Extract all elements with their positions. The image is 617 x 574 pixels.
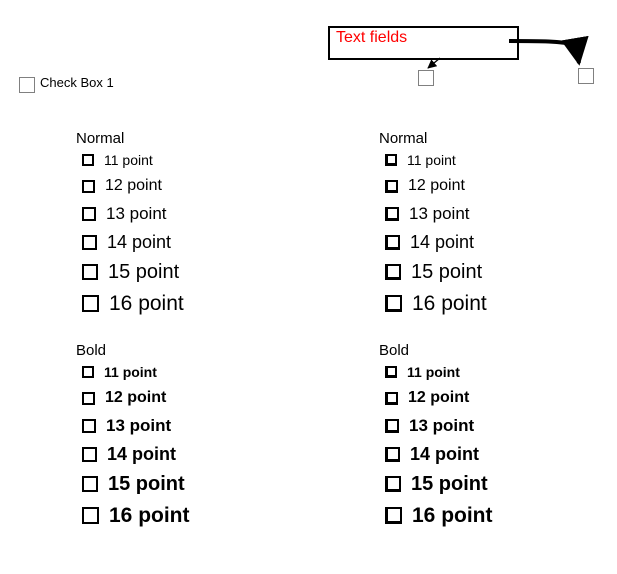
group-title: Bold <box>379 342 573 359</box>
checkbox-label: 16 point <box>412 293 487 314</box>
checkbox-label: 14 point <box>410 445 479 463</box>
group-left-bold: Bold 11 point 12 point 13 point 14 point… <box>70 342 270 526</box>
checkbox-bold-13[interactable] <box>82 419 96 433</box>
checkbox-bold-15[interactable] <box>82 476 98 492</box>
checkbox-shadow-normal-12[interactable] <box>385 180 398 193</box>
checkbox-bold-12[interactable] <box>82 392 95 405</box>
checkbox-label: 15 point <box>411 474 488 494</box>
checkbox-shadow-normal-14[interactable] <box>385 235 400 250</box>
checkbox-normal-13[interactable] <box>82 207 96 221</box>
checkbox-normal-16[interactable] <box>82 295 99 312</box>
checkbox-shadow-normal-15[interactable] <box>385 264 401 280</box>
group-title: Normal <box>379 130 573 147</box>
checkbox-label: 12 point <box>408 178 465 194</box>
checkbox-shadow-bold-11[interactable] <box>385 366 397 378</box>
checkbox-shadow-normal-13[interactable] <box>385 207 399 221</box>
checkbox-normal-14[interactable] <box>82 235 97 250</box>
callout-text-fields: Text fields <box>328 26 519 60</box>
checkbox-label: 12 point <box>105 178 162 194</box>
checkbox-1[interactable] <box>19 77 35 93</box>
checkbox-shadow-bold-12[interactable] <box>385 392 398 405</box>
callout-label: Text fields <box>336 29 407 46</box>
checkbox-normal-11[interactable] <box>82 154 94 166</box>
checkbox-label: 13 point <box>409 417 474 434</box>
checkbox-shadow-normal-11[interactable] <box>385 154 397 166</box>
checkbox-shadow-bold-15[interactable] <box>385 476 401 492</box>
group-right-bold: Bold 11 point 12 point 13 point 14 point… <box>373 342 573 526</box>
checkbox-shadow-bold-13[interactable] <box>385 419 399 433</box>
checkbox-label: 16 point <box>412 505 493 526</box>
checkbox-label: 15 point <box>108 474 185 494</box>
checkbox-bold-11[interactable] <box>82 366 94 378</box>
checkbox-label: 12 point <box>408 390 469 406</box>
checkbox-label: 11 point <box>104 153 153 167</box>
checkbox-label: 11 point <box>407 365 460 379</box>
checkbox-label: 12 point <box>105 390 166 406</box>
checkbox-label: 16 point <box>109 505 190 526</box>
checkbox-shadow-normal-16[interactable] <box>385 295 402 312</box>
checkbox-label: 13 point <box>106 417 171 434</box>
checkbox-label: 14 point <box>107 233 171 251</box>
checkbox-label: 11 point <box>104 365 157 379</box>
checkbox-label: 15 point <box>411 262 482 282</box>
checkbox-label: 15 point <box>108 262 179 282</box>
checkbox-shadow-bold-16[interactable] <box>385 507 402 524</box>
group-right-normal: Normal 11 point 12 point 13 point 14 poi… <box>373 130 573 314</box>
checkbox-label: 13 point <box>106 205 167 222</box>
text-field-checkbox-b[interactable] <box>578 68 594 84</box>
text-field-checkbox-a[interactable] <box>418 70 434 86</box>
checkbox-normal-12[interactable] <box>82 180 95 193</box>
checkbox-label: 11 point <box>407 153 456 167</box>
checkbox-shadow-bold-14[interactable] <box>385 447 400 462</box>
checkbox-label: 13 point <box>409 205 470 222</box>
group-left-normal: Normal 11 point 12 point 13 point 14 poi… <box>70 130 270 314</box>
checkbox-normal-15[interactable] <box>82 264 98 280</box>
checkbox-label: 16 point <box>109 293 184 314</box>
group-title: Bold <box>76 342 270 359</box>
checkbox-label: 14 point <box>107 445 176 463</box>
checkbox-label: 14 point <box>410 233 474 251</box>
checkbox-bold-16[interactable] <box>82 507 99 524</box>
group-title: Normal <box>76 130 270 147</box>
checkbox-1-label: Check Box 1 <box>40 75 114 90</box>
checkbox-bold-14[interactable] <box>82 447 97 462</box>
